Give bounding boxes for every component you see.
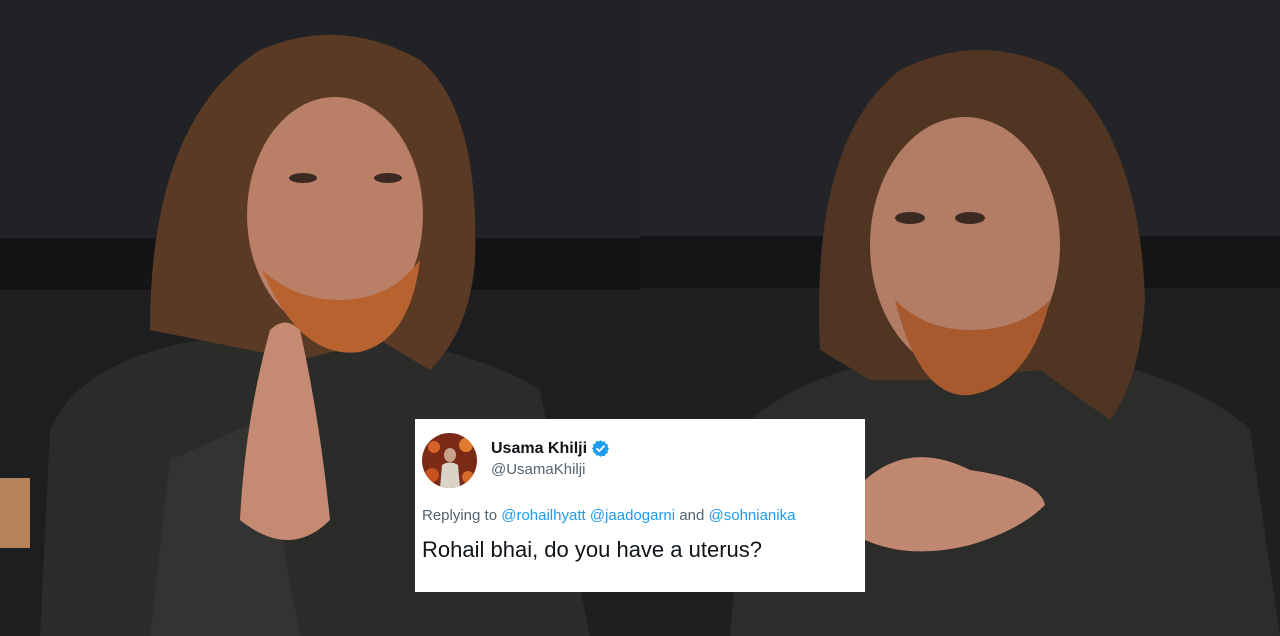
- name-block: Usama Khilji @UsamaKhilji: [491, 433, 610, 478]
- mention-link[interactable]: @rohailhyatt: [501, 507, 585, 524]
- verified-badge-icon: [591, 439, 610, 458]
- name-row: Usama Khilji: [491, 439, 610, 458]
- handle[interactable]: @UsamaKhilji: [491, 461, 610, 478]
- avatar[interactable]: [422, 433, 477, 488]
- reply-prefix: Replying to: [422, 507, 498, 524]
- mention-link[interactable]: @jaadogarni: [590, 507, 675, 524]
- tweet-header: Usama Khilji @UsamaKhilji: [422, 433, 855, 488]
- reply-context: Replying to @rohailhyatt @jaadogarni and…: [422, 507, 855, 524]
- tweet-card: Usama Khilji @UsamaKhilji Replying to @r…: [415, 419, 865, 592]
- mention-link[interactable]: @sohnianika: [709, 507, 796, 524]
- display-name[interactable]: Usama Khilji: [491, 440, 587, 458]
- tweet-text: Rohail bhai, do you have a uterus?: [422, 537, 763, 562]
- reply-conjunction: and: [679, 507, 705, 524]
